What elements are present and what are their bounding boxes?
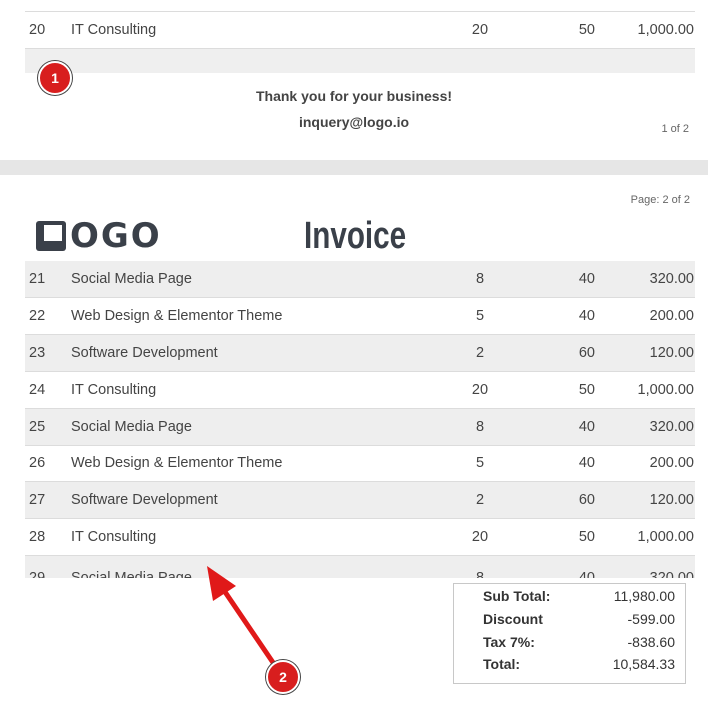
row-quantity: 8 <box>475 271 485 287</box>
row-number: 20 <box>29 22 46 38</box>
footer-band <box>25 49 695 73</box>
row-number: 27 <box>29 492 46 508</box>
row-number: 23 <box>29 345 46 361</box>
row-quantity: 5 <box>475 455 485 471</box>
row-quantity: 5 <box>475 308 485 324</box>
row-number: 24 <box>29 382 46 398</box>
row-amount: 1,000.00 <box>637 382 694 398</box>
tax-value: -838.60 <box>627 634 675 650</box>
row-quantity: 2 <box>475 345 485 361</box>
table-row: 22 Web Design & Elementor Theme 5 40 200… <box>25 298 695 334</box>
thank-you-text: Thank you for your business! <box>255 88 453 104</box>
row-description: IT Consulting <box>71 382 157 398</box>
tax-label: Tax 7%: <box>483 634 535 650</box>
page-number: 1 of 2 <box>661 123 689 135</box>
row-quantity: 20 <box>471 382 489 398</box>
company-logo: OGO <box>36 219 162 253</box>
row-amount: 120.00 <box>649 492 694 508</box>
table-row: 23 Software Development 2 60 120.00 <box>25 335 695 371</box>
subtotal-label: Sub Total: <box>483 588 551 604</box>
row-amount: 320.00 <box>649 419 694 435</box>
row-amount: 320.00 <box>649 271 694 287</box>
total-value: 10,584.33 <box>612 656 675 672</box>
subtotal-row: Sub Total: 11,980.00 <box>454 588 685 610</box>
row-number: 22 <box>29 308 46 324</box>
table-row: 26 Web Design & Elementor Theme 5 40 200… <box>25 445 695 481</box>
row-number: 28 <box>29 529 46 545</box>
table-row: 25 Social Media Page 8 40 320.00 <box>25 409 695 445</box>
row-amount: 320.00 <box>649 570 694 578</box>
table-row: 27 Software Development 2 60 120.00 <box>25 482 695 518</box>
table-row: 29 Social Media Page 8 40 320.00 <box>25 556 695 578</box>
row-quantity: 20 <box>471 529 489 545</box>
logo-text: OGO <box>70 216 162 256</box>
total-row: Total: 10,584.33 <box>454 656 685 678</box>
row-amount: 120.00 <box>649 345 694 361</box>
row-amount: 1,000.00 <box>637 529 694 545</box>
contact-email: inquery@logo.io <box>298 114 410 130</box>
row-number: 26 <box>29 455 46 471</box>
discount-value: -599.00 <box>627 611 675 627</box>
row-quantity: 2 <box>475 492 485 508</box>
row-quantity: 20 <box>471 22 489 38</box>
row-quantity: 8 <box>475 570 485 578</box>
row-number: 29 <box>29 570 46 578</box>
discount-label: Discount <box>483 611 543 627</box>
row-description: Software Development <box>71 492 218 508</box>
row-description: Social Media Page <box>71 419 192 435</box>
row-quantity: 8 <box>475 419 485 435</box>
invoice-page-2: Page: 2 of 2 OGO Invoice 21 Social Media… <box>0 175 708 715</box>
row-amount: 200.00 <box>649 308 694 324</box>
annotation-badge-2: 2 <box>266 660 300 694</box>
subtotal-value: 11,980.00 <box>613 588 675 604</box>
totals-box: Sub Total: 11,980.00 Discount -599.00 Ta… <box>453 583 686 684</box>
row-description: Web Design & Elementor Theme <box>71 308 283 324</box>
tax-row: Tax 7%: -838.60 <box>454 634 685 656</box>
row-description: Software Development <box>71 345 218 361</box>
logo-l-icon <box>36 221 66 251</box>
row-number: 25 <box>29 419 46 435</box>
row-amount: 200.00 <box>649 455 694 471</box>
invoice-page-1: 20 IT Consulting 20 50 1,000.00 Thank yo… <box>0 0 708 160</box>
row-description: Social Media Page <box>71 570 192 578</box>
row-number: 21 <box>29 271 46 287</box>
row-description: IT Consulting <box>71 529 157 545</box>
table-row: 28 IT Consulting 20 50 1,000.00 <box>25 519 695 555</box>
row-amount: 1,000.00 <box>637 22 694 38</box>
annotation-badge-1: 1 <box>38 61 72 95</box>
page-label: Page: 2 of 2 <box>630 194 690 206</box>
table-row: 20 IT Consulting 20 50 1,000.00 <box>25 12 695 48</box>
table-row: 21 Social Media Page 8 40 320.00 <box>25 261 695 297</box>
row-description: Web Design & Elementor Theme <box>71 455 283 471</box>
table-row: 24 IT Consulting 20 50 1,000.00 <box>25 372 695 408</box>
discount-row: Discount -599.00 <box>454 611 685 633</box>
row-description: Social Media Page <box>71 271 192 287</box>
row-description: IT Consulting <box>71 22 157 38</box>
invoice-title: Invoice <box>304 215 407 257</box>
total-label: Total: <box>483 656 521 672</box>
